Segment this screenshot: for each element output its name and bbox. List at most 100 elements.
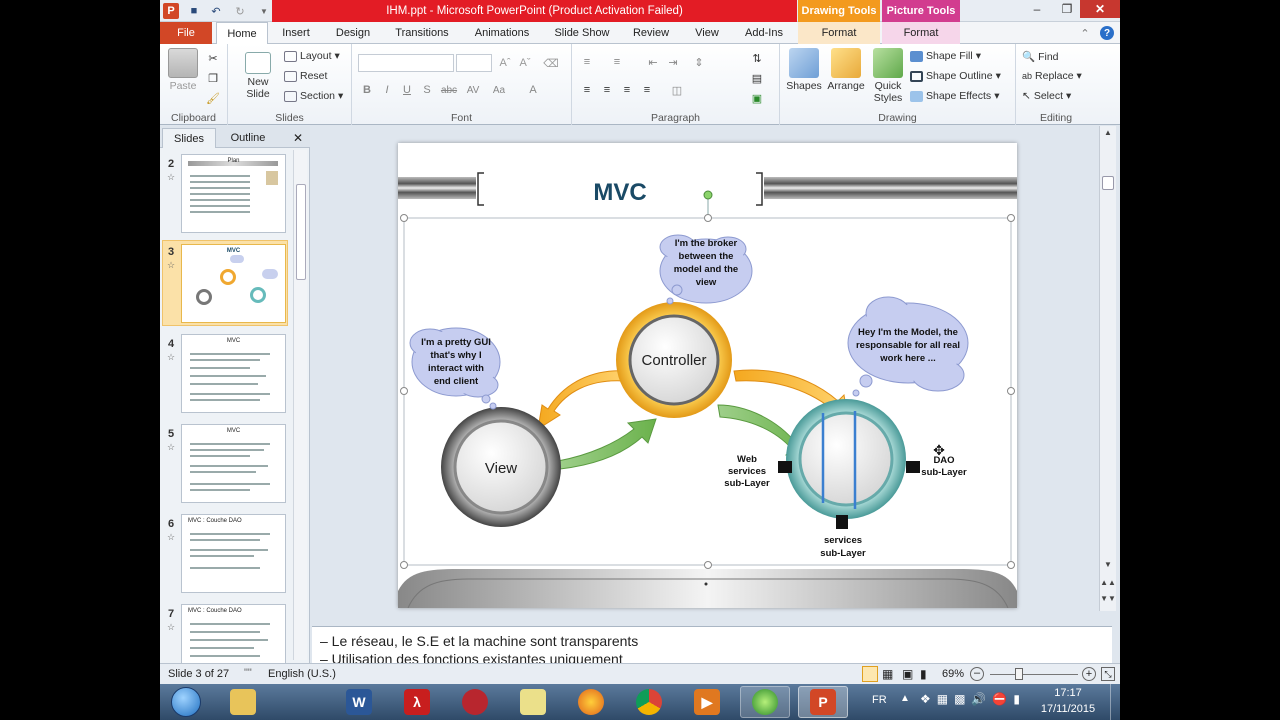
bold-button[interactable]: B — [358, 82, 376, 98]
reset-button[interactable]: Reset — [284, 70, 327, 82]
taskbar-app-red[interactable] — [450, 686, 500, 718]
tab-review[interactable]: Review — [626, 22, 676, 44]
save-icon[interactable]: ■ — [186, 3, 202, 19]
scroll-up-icon[interactable]: ▲ — [1100, 128, 1116, 142]
justify-icon[interactable]: ≡ — [638, 82, 656, 98]
cut-icon[interactable]: ✂ — [204, 50, 222, 66]
numbering-icon[interactable]: ≡ — [608, 54, 626, 70]
close-button[interactable]: ✕ — [1080, 0, 1120, 18]
shadow-button[interactable]: S — [418, 82, 436, 98]
previous-slide-icon[interactable]: ▲▲ — [1100, 578, 1116, 592]
pane-scrollbar[interactable] — [293, 150, 307, 660]
slide-thumbnail-7[interactable]: 7 ☆ MVC : Couche DAO — [160, 604, 292, 664]
start-button[interactable] — [160, 686, 212, 718]
tab-file[interactable]: File — [160, 22, 212, 44]
pane-scroll-thumb[interactable] — [296, 184, 306, 280]
show-desktop-button[interactable] — [1110, 684, 1120, 720]
replace-button[interactable]: ab Replace ▾ — [1022, 70, 1082, 82]
current-slide[interactable]: MVC Controller View I'm the broker betwe… — [398, 143, 1017, 608]
font-name-combo[interactable] — [358, 54, 454, 72]
taskbar-explorer[interactable] — [218, 686, 268, 718]
collapse-ribbon-icon[interactable]: ⌃ — [1076, 22, 1094, 44]
taskbar-powerpoint[interactable]: P — [798, 686, 848, 718]
taskbar-recorder[interactable] — [740, 686, 790, 718]
tab-outline[interactable]: Outline — [218, 128, 278, 148]
slide-thumbnail-4[interactable]: 4 ☆ MVC — [160, 334, 292, 416]
slide-title[interactable]: MVC — [593, 179, 646, 206]
zoom-slider[interactable] — [990, 668, 1078, 680]
tab-add-ins[interactable]: Add-Ins — [738, 22, 790, 44]
tab-format-picture[interactable]: Format — [882, 22, 960, 44]
slide-thumbnail-5[interactable]: 5 ☆ MVC — [160, 424, 292, 506]
decrease-indent-icon[interactable]: ⇤ — [644, 54, 662, 70]
taskbar-notes[interactable] — [508, 686, 558, 718]
clock-time[interactable]: 17:17 — [1038, 687, 1098, 699]
shape-outline-button[interactable]: Shape Outline ▾ — [910, 70, 1001, 82]
undo-icon[interactable]: ↶ — [208, 3, 224, 19]
tab-slide-show[interactable]: Slide Show — [548, 22, 616, 44]
zoom-in-icon[interactable]: + — [1082, 667, 1096, 681]
tab-transitions[interactable]: Transitions — [388, 22, 456, 44]
align-text-icon[interactable]: ▤ — [748, 70, 766, 86]
tab-animations[interactable]: Animations — [466, 22, 538, 44]
clear-formatting-icon[interactable]: ⌫ — [542, 55, 560, 71]
taskbar-firefox[interactable] — [566, 686, 616, 718]
columns-icon[interactable]: ◫ — [668, 82, 686, 98]
grow-font-icon[interactable]: Aˆ — [496, 55, 514, 71]
taskbar-media[interactable]: ▶ — [682, 686, 732, 718]
tab-slides[interactable]: Slides — [162, 128, 216, 148]
font-color-icon[interactable]: A — [524, 82, 542, 98]
shrink-font-icon[interactable]: Aˇ — [516, 55, 534, 71]
tab-view[interactable]: View — [684, 22, 730, 44]
shape-fill-button[interactable]: Shape Fill ▾ — [910, 50, 981, 62]
tab-design[interactable]: Design — [328, 22, 378, 44]
taskbar-acrobat[interactable]: λ — [392, 686, 442, 718]
normal-view-icon[interactable] — [862, 666, 878, 682]
scroll-down-icon[interactable]: ▼ — [1100, 560, 1116, 574]
slide-thumbnail-2[interactable]: 2 ☆ Plan — [160, 154, 292, 236]
section-button[interactable]: Section ▾ — [284, 90, 343, 102]
input-language[interactable]: FR — [872, 694, 887, 706]
slide-thumbnail-6[interactable]: 6 ☆ MVC : Couche DAO — [160, 514, 292, 596]
zoom-slider-thumb[interactable] — [1014, 668, 1023, 680]
editor-scrollbar[interactable]: ▲ ▼ ▲▲ ▼▼ — [1099, 126, 1116, 611]
restore-button[interactable]: ❐ — [1052, 0, 1082, 18]
close-pane-icon[interactable]: ✕ — [288, 128, 308, 148]
language-indicator[interactable]: English (U.S.) — [268, 668, 336, 680]
increase-indent-icon[interactable]: ⇥ — [664, 54, 682, 70]
tray-icons[interactable]: ❖▦▩🔊⛔▮ — [920, 692, 1026, 706]
find-button[interactable]: 🔍 Find — [1022, 50, 1059, 64]
align-center-icon[interactable]: ≡ — [598, 82, 616, 98]
fit-to-window-icon[interactable]: ⤡ — [1101, 667, 1115, 681]
arrange-button[interactable]: Arrange — [824, 48, 868, 92]
zoom-out-icon[interactable]: – — [970, 667, 984, 681]
taskbar-chrome[interactable] — [624, 686, 674, 718]
powerpoint-logo-icon[interactable]: P — [163, 3, 179, 19]
text-direction-icon[interactable]: ⇅ — [748, 50, 766, 66]
minimize-button[interactable]: – — [1022, 0, 1052, 18]
change-case-icon[interactable]: Aa — [490, 82, 508, 98]
align-left-icon[interactable]: ≡ — [578, 82, 596, 98]
slide-thumbnail-3[interactable]: 3 ☆ MVC — [160, 240, 292, 328]
editor-scroll-thumb[interactable] — [1102, 176, 1114, 190]
paste-button[interactable]: Paste — [164, 48, 202, 92]
slide-show-icon[interactable]: ▮ — [920, 667, 927, 681]
smartart-icon[interactable]: ▣ — [748, 90, 766, 106]
shapes-button[interactable]: Shapes — [784, 48, 824, 92]
notes-pane[interactable]: – Le réseau, le S.E et la machine sont t… — [312, 626, 1112, 663]
select-button[interactable]: ↖ Select ▾ — [1022, 90, 1071, 102]
strikethrough-button[interactable]: abc — [440, 82, 458, 98]
shape-effects-button[interactable]: Shape Effects ▾ — [910, 90, 999, 102]
layout-button[interactable]: Layout ▾ — [284, 50, 340, 62]
redo-icon[interactable]: ↻ — [232, 3, 248, 19]
clock-date[interactable]: 17/11/2015 — [1030, 703, 1106, 715]
underline-button[interactable]: U — [398, 82, 416, 98]
tab-insert[interactable]: Insert — [272, 22, 320, 44]
customize-qat-icon[interactable]: ▼ — [256, 3, 272, 19]
taskbar-word[interactable]: W — [334, 686, 384, 718]
tab-home[interactable]: Home — [216, 22, 268, 45]
show-hidden-icons[interactable]: ▲ — [900, 693, 910, 704]
rotation-handle[interactable] — [703, 190, 713, 200]
copy-icon[interactable]: ❐ — [204, 70, 222, 86]
align-right-icon[interactable]: ≡ — [618, 82, 636, 98]
